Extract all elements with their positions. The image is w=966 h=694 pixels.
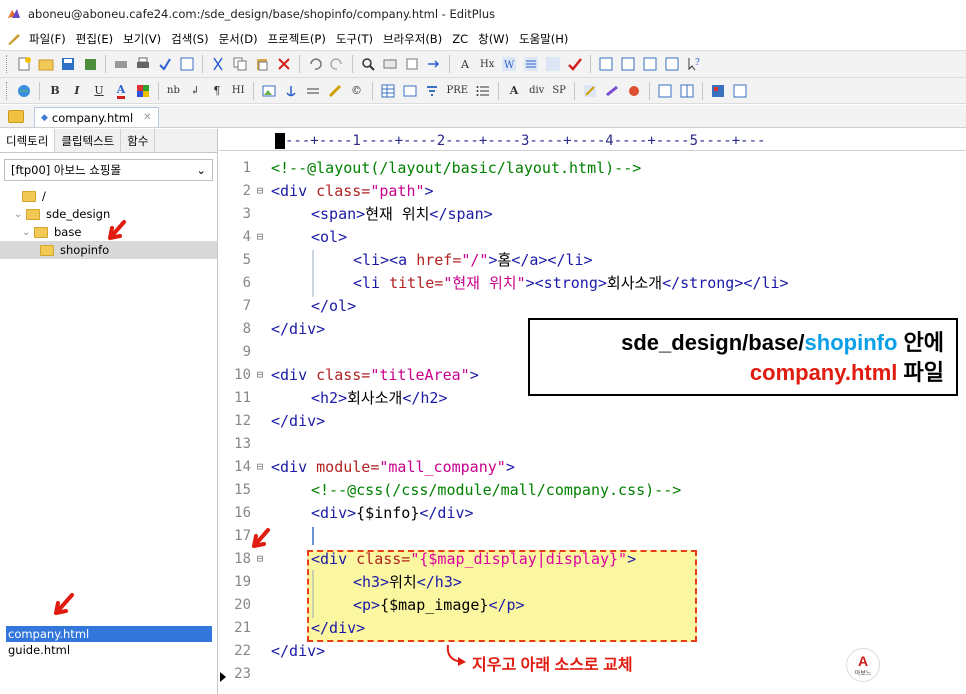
callout-path: sde_design/base/: [621, 330, 805, 355]
arrow-company-file: [54, 593, 74, 615]
callout-file-suffix: 파일: [897, 360, 944, 385]
callout-suffix: 안에: [897, 330, 944, 355]
instruction-callout: sde_design/base/shopinfo 안에 company.html…: [528, 318, 958, 396]
arrow-base-folder: [108, 220, 126, 240]
callout-file: company.html: [749, 360, 898, 385]
arrow-line-17: [252, 528, 270, 548]
replace-note: 지우고 아래 소스로 교체: [472, 657, 633, 674]
logo-mark: A: [857, 652, 869, 669]
callout-folder: shopinfo: [804, 330, 898, 355]
aboneu-logo: A 아보느: [846, 648, 880, 682]
logo-text: 아보느: [854, 669, 872, 677]
